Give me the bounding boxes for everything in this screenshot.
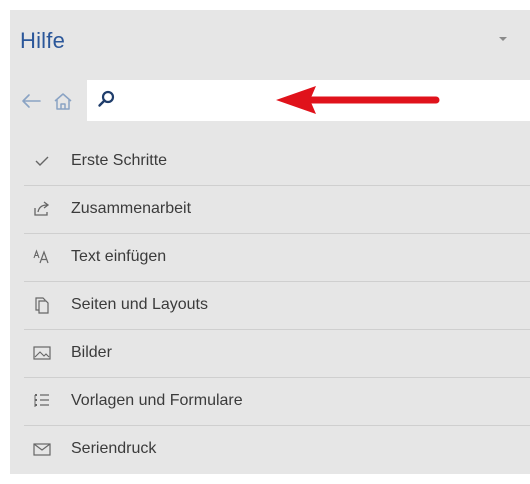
topic-seriendruck[interactable]: Seriendruck [24,426,530,473]
topic-zusammenarbeit[interactable]: Zusammenarbeit [24,186,530,234]
topic-bilder[interactable]: Bilder [24,330,530,378]
topic-label: Bilder [71,344,112,361]
picture-icon [33,346,51,360]
topic-label: Zusammenarbeit [71,200,192,217]
topic-label: Seriendruck [71,440,157,457]
font-size-icon [33,249,49,264]
chevron-down-icon[interactable] [496,32,510,46]
topic-label: Seiten und Layouts [71,296,208,313]
topic-label: Vorlagen und Formulare [71,392,243,409]
list-icon [34,394,49,407]
topic-vorlagen-und-formulare[interactable]: Vorlagen und Formulare [24,378,530,426]
topic-erste-schritte[interactable]: Erste Schritte [24,138,530,186]
pages-icon [35,297,49,314]
envelope-icon [33,443,51,456]
home-icon[interactable] [52,91,74,111]
help-pane: Hilfe Erste Schritte Zusammenarbeit Text… [10,10,530,474]
annotation-arrow [276,86,440,114]
help-topics-list: Erste Schritte Zusammenarbeit Text einfü… [24,138,530,473]
topic-text-einfuegen[interactable]: Text einfügen [24,234,530,282]
checkmark-icon [35,156,49,166]
search-icon [98,90,115,107]
topic-label: Text einfügen [71,248,167,265]
topic-label: Erste Schritte [71,152,168,169]
pane-title: Hilfe [20,28,66,53]
share-icon [34,201,50,216]
topic-seiten-und-layouts[interactable]: Seiten und Layouts [24,282,530,330]
back-arrow-icon[interactable] [20,92,42,110]
